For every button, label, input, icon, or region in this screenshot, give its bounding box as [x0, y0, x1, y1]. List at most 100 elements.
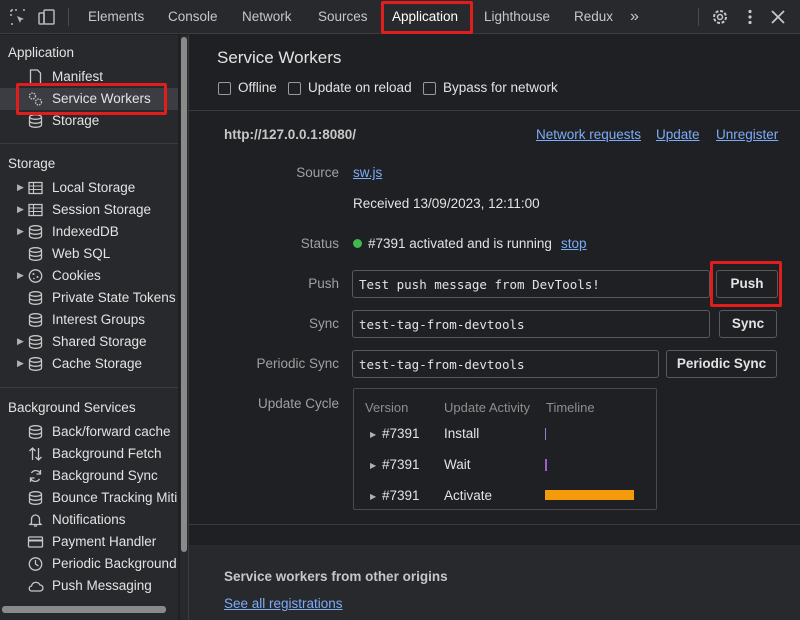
sidebar-item-label: Session Storage	[52, 202, 152, 217]
sidebar-item-shared-storage[interactable]: ▶ Shared Storage	[0, 331, 178, 353]
update-link[interactable]: Update	[656, 127, 700, 142]
see-all-registrations-link[interactable]: See all registrations	[224, 596, 343, 611]
sidebar-item-web-sql[interactable]: Web SQL	[0, 243, 178, 265]
tab-elements[interactable]: Elements	[88, 0, 144, 34]
checkbox-box[interactable]	[423, 82, 436, 95]
status-text: #7391 activated and is running	[368, 236, 552, 251]
periodic-sync-tag-input[interactable]: test-tag-from-devtools	[352, 350, 659, 378]
database-icon	[28, 425, 43, 439]
network-requests-link[interactable]: Network requests	[536, 127, 641, 142]
source-label: Source	[296, 165, 339, 180]
column-header-timeline: Timeline	[546, 400, 595, 415]
sidebar-item-cookies[interactable]: ▶ Cookies	[0, 265, 178, 287]
sidebar-item-local-storage[interactable]: ▶ Local Storage	[0, 177, 178, 199]
tab-application[interactable]: Application	[392, 0, 458, 34]
tab-redux[interactable]: Redux	[574, 0, 613, 34]
sidebar-item-label: Cookies	[52, 268, 101, 283]
sidebar-item-label: IndexedDB	[52, 224, 119, 239]
database-icon	[28, 313, 43, 327]
cycle-activity: Wait	[444, 457, 471, 472]
service-workers-panel: Service Workers Offline Update on reload…	[189, 35, 800, 620]
checkbox-box[interactable]	[218, 82, 231, 95]
expand-arrow-icon[interactable]: ▶	[17, 182, 24, 193]
sync-button[interactable]: Sync	[719, 310, 777, 338]
credit-card-icon	[27, 536, 44, 548]
expand-arrow-icon[interactable]: ▶	[17, 358, 24, 369]
stop-link[interactable]: stop	[561, 236, 587, 251]
sidebar-item-label: Web SQL	[52, 246, 111, 261]
sidebar-item-label: Notifications	[52, 512, 126, 527]
inspect-element-icon[interactable]	[9, 8, 27, 26]
close-icon[interactable]	[769, 8, 787, 26]
received-timestamp: Received 13/09/2023, 12:11:00	[353, 196, 540, 211]
status-label: Status	[300, 236, 339, 251]
expand-arrow-icon[interactable]: ▶	[17, 336, 24, 347]
checkbox-label: Offline	[238, 80, 277, 95]
periodic-sync-button[interactable]: Periodic Sync	[666, 350, 777, 378]
sidebar-item-label: Service Workers	[52, 91, 151, 106]
scrollbar-thumb[interactable]	[181, 37, 187, 552]
sidebar-section-background-services: Background Services	[8, 400, 136, 415]
cycle-version: #7391	[382, 457, 420, 472]
push-message-input[interactable]: Test push message from DevTools!	[352, 270, 710, 298]
expand-arrow-icon[interactable]: ▶	[17, 270, 24, 281]
sidebar-section-storage: Storage	[8, 156, 56, 171]
arrows-up-down-icon	[29, 447, 42, 461]
checkbox-label: Bypass for network	[443, 80, 558, 95]
sidebar-item-session-storage[interactable]: ▶ Session Storage	[0, 199, 178, 221]
update-cycle-table: Version Update Activity Timeline ▶ #7391…	[353, 388, 657, 510]
tab-sources[interactable]: Sources	[318, 0, 368, 34]
expand-arrow-icon[interactable]: ▶	[17, 204, 24, 215]
database-icon	[28, 335, 43, 349]
checkbox-box[interactable]	[288, 82, 301, 95]
sidebar-vertical-scrollbar[interactable]	[180, 35, 188, 620]
page-title: Service Workers	[217, 48, 342, 67]
sidebar-item-storage[interactable]: Storage	[0, 110, 178, 132]
column-header-update-activity: Update Activity	[444, 400, 530, 415]
tab-console[interactable]: Console	[168, 0, 218, 34]
column-header-version: Version	[365, 400, 409, 415]
unregister-link[interactable]: Unregister	[716, 127, 778, 142]
device-toolbar-icon[interactable]	[38, 8, 56, 26]
worker-origin: http://127.0.0.1:8080/	[224, 127, 357, 142]
sidebar-item-label: Background Sync	[52, 468, 158, 483]
sidebar-item-background-fetch[interactable]: Background Fetch	[0, 443, 178, 465]
bell-icon	[28, 514, 43, 527]
status-running-indicator	[353, 239, 362, 248]
tab-lighthouse[interactable]: Lighthouse	[484, 0, 550, 34]
sidebar-item-label: Local Storage	[52, 180, 136, 195]
sidebar-item-payment-handler[interactable]: Payment Handler	[0, 531, 178, 553]
sync-tag-input[interactable]: test-tag-from-devtools	[352, 310, 710, 338]
expand-arrow-icon[interactable]: ▶	[370, 492, 376, 501]
more-tabs-icon[interactable]: »	[630, 0, 639, 34]
sidebar-item-private-state-tokens[interactable]: Private State Tokens	[0, 287, 178, 309]
source-file-link[interactable]: sw.js	[353, 165, 382, 180]
sidebar-item-manifest[interactable]: Manifest	[0, 66, 178, 88]
update-cycle-label: Update Cycle	[257, 396, 339, 411]
cloud-icon	[28, 581, 44, 592]
sidebar-item-label: Payment Handler	[52, 534, 157, 549]
sidebar-item-push-messaging[interactable]: Push Messaging	[0, 575, 178, 597]
gear-icon[interactable]	[711, 8, 729, 26]
sidebar-item-background-sync[interactable]: Background Sync	[0, 465, 178, 487]
sidebar-item-bounce-tracking[interactable]: Bounce Tracking Miti	[0, 487, 178, 509]
clock-icon	[28, 557, 43, 571]
sidebar-item-label: Cache Storage	[52, 356, 143, 371]
expand-arrow-icon[interactable]: ▶	[17, 226, 24, 237]
sidebar-item-notifications[interactable]: Notifications	[0, 509, 178, 531]
sidebar-item-back-forward-cache[interactable]: Back/forward cache	[0, 421, 178, 443]
expand-arrow-icon[interactable]: ▶	[370, 461, 376, 470]
sidebar-horizontal-scrollbar[interactable]	[2, 606, 166, 613]
kebab-menu-icon[interactable]	[741, 8, 759, 26]
sidebar-item-label: Private State Tokens	[52, 290, 176, 305]
expand-arrow-icon[interactable]: ▶	[370, 430, 376, 439]
sidebar-item-interest-groups[interactable]: Interest Groups	[0, 309, 178, 331]
section-divider	[189, 524, 800, 525]
sidebar-item-indexeddb[interactable]: ▶ IndexedDB	[0, 221, 178, 243]
sidebar-item-service-workers[interactable]: Service Workers	[0, 88, 178, 110]
database-icon	[28, 225, 43, 239]
tab-network[interactable]: Network	[242, 0, 292, 34]
sidebar-item-periodic-background[interactable]: Periodic Background	[0, 553, 178, 575]
push-button[interactable]: Push	[716, 270, 778, 298]
sidebar-item-cache-storage[interactable]: ▶ Cache Storage	[0, 353, 178, 375]
